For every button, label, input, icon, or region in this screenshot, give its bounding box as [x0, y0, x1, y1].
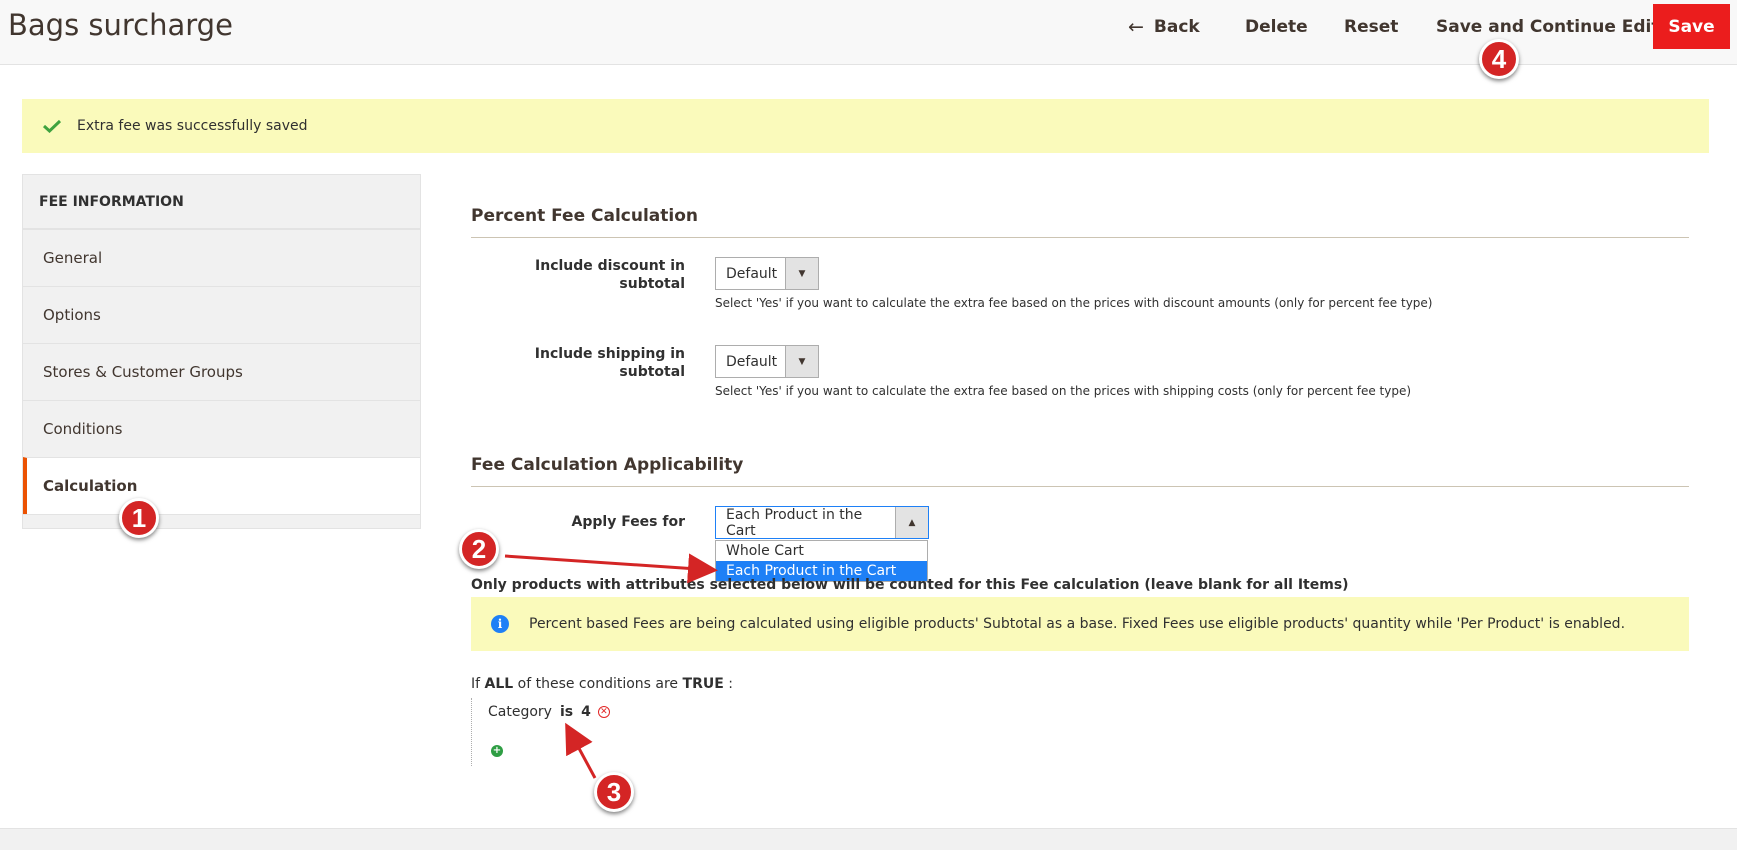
- chevron-down-icon: ▼: [785, 346, 818, 377]
- annotation-arrow-3: [565, 722, 597, 779]
- conditions-tree-line: [471, 698, 473, 766]
- chevron-down-icon: ▼: [785, 258, 818, 289]
- back-label: Back: [1153, 16, 1200, 37]
- rule-value[interactable]: 4: [581, 704, 591, 720]
- sidebar-item-conditions[interactable]: Conditions: [23, 400, 420, 457]
- add-condition-icon[interactable]: +: [491, 745, 503, 757]
- save-button[interactable]: Save: [1653, 4, 1730, 49]
- aggregator-selector[interactable]: ALL: [485, 676, 514, 692]
- annotation-badge-1: 1: [119, 498, 159, 538]
- discount-select-value: Default: [726, 265, 778, 282]
- arrow-left-icon: ←: [1128, 15, 1144, 38]
- rule-operator[interactable]: is: [560, 704, 573, 720]
- page-header: Bags surcharge ← Back Delete Reset Save …: [0, 0, 1737, 65]
- percent-section-title: Percent Fee Calculation: [471, 206, 699, 226]
- conditions-middle: of these conditions are: [517, 676, 679, 692]
- sidebar-footer: [22, 515, 421, 529]
- info-message: i Percent based Fees are being calculate…: [471, 597, 1689, 651]
- shipping-select[interactable]: Default ▼: [715, 345, 819, 378]
- condition-rule: Category is 4 ✕: [488, 704, 610, 720]
- sidebar-item-calculation[interactable]: Calculation: [23, 457, 420, 514]
- conditions-header: If ALL of these conditions are TRUE :: [471, 676, 733, 692]
- shipping-label: Include shipping in subtotal: [534, 346, 685, 380]
- sidebar: FEE INFORMATION General Options Stores &…: [22, 174, 421, 529]
- apply-fees-select[interactable]: Each Product in the Cart ▲: [715, 506, 929, 539]
- apply-fees-label: Apply Fees for: [571, 514, 685, 530]
- delete-button[interactable]: Delete: [1245, 14, 1308, 39]
- sidebar-item-general[interactable]: General: [23, 229, 420, 286]
- sidebar-heading: FEE INFORMATION: [22, 174, 421, 228]
- discount-label: Include discount in subtotal: [535, 258, 685, 292]
- conditions-suffix: :: [728, 676, 733, 692]
- success-message-text: Extra fee was successfully saved: [77, 118, 308, 134]
- shipping-note: Select 'Yes' if you want to calculate th…: [715, 384, 1412, 398]
- annotation-arrow-2: [504, 553, 718, 584]
- annotation-badge-2: 2: [459, 529, 499, 569]
- discount-select[interactable]: Default ▼: [715, 257, 819, 290]
- info-icon: i: [491, 615, 509, 633]
- info-message-text: Percent based Fees are being calculated …: [529, 616, 1626, 632]
- footer-bar: [0, 828, 1737, 850]
- remove-condition-icon[interactable]: ✕: [597, 706, 610, 718]
- conditions-prefix: If: [471, 676, 481, 692]
- save-continue-button[interactable]: Save and Continue Edit: [1436, 14, 1660, 39]
- option-whole-cart[interactable]: Whole Cart: [716, 541, 927, 561]
- success-message: Extra fee was successfully saved: [22, 99, 1709, 153]
- back-button[interactable]: ← Back: [1128, 14, 1200, 39]
- apply-fees-dropdown: Whole Cart Each Product in the Cart: [715, 540, 928, 582]
- reset-button[interactable]: Reset: [1344, 14, 1398, 39]
- section-divider: [471, 237, 1689, 238]
- page-title: Bags surcharge: [8, 8, 233, 42]
- apply-fees-select-value: Each Product in the Cart: [726, 506, 863, 539]
- sidebar-list: General Options Stores & Customer Groups…: [22, 228, 421, 515]
- rule-attribute: Category: [488, 704, 552, 720]
- discount-note: Select 'Yes' if you want to calculate th…: [715, 296, 1433, 310]
- sidebar-item-options[interactable]: Options: [23, 286, 420, 343]
- attributes-note: Only products with attributes selected b…: [471, 577, 1349, 593]
- sidebar-item-stores-customer-groups[interactable]: Stores & Customer Groups: [23, 343, 420, 400]
- annotation-badge-4: 4: [1479, 39, 1519, 79]
- shipping-select-value: Default: [726, 353, 778, 370]
- check-icon: [42, 119, 62, 133]
- chevron-up-icon: ▲: [895, 507, 928, 538]
- value-selector[interactable]: TRUE: [683, 676, 724, 692]
- applicability-section-title: Fee Calculation Applicability: [471, 455, 744, 475]
- section-divider: [471, 486, 1689, 487]
- annotation-badge-3: 3: [594, 772, 634, 812]
